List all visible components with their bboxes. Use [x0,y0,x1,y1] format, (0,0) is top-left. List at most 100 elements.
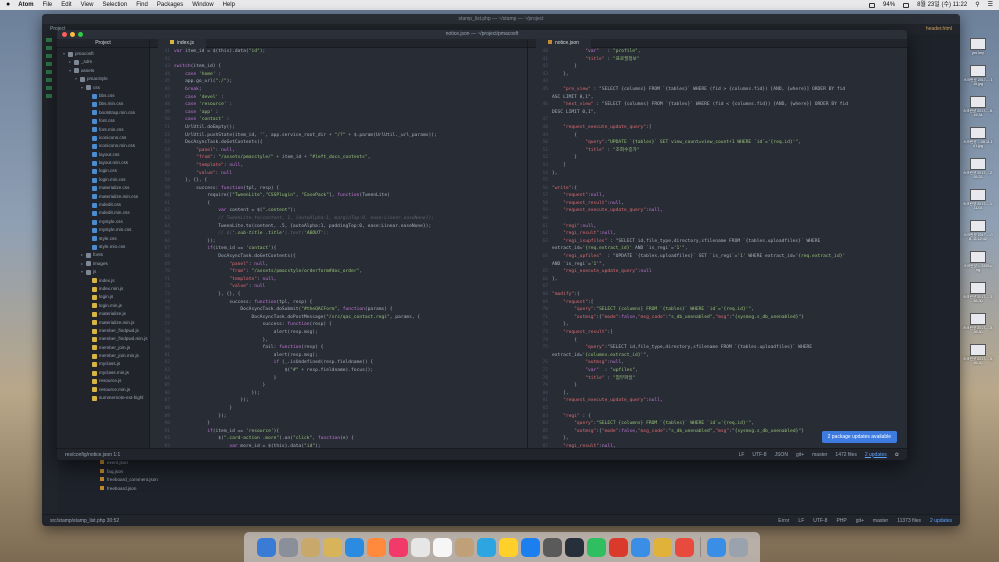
status-file-count[interactable]: 1472 files [835,452,856,458]
right-code-area[interactable]: 40 "var" : "profile", 41 "title" : "프로필정보… [528,48,907,448]
dock-app-icon[interactable] [564,537,584,557]
tree-file[interactable]: mystyle.css [57,218,149,226]
code-line[interactable]: 70 "from": "/assets/pmacstyle/orderform#… [150,268,527,276]
tree-folder[interactable]: ▸ images [57,260,149,268]
desktop-file-icon[interactable]: 스크린샷 …08.11.101.jpg [963,127,993,148]
tree-file[interactable]: materialize.css [57,184,149,192]
code-line[interactable]: 55 "from": "/assets/pmacstyle/" + item_i… [150,154,527,162]
desktop-file-icon[interactable]: 스크린샷 2017-…5.36.30 [963,313,993,334]
code-line[interactable]: 61 "regi":null, [528,223,907,231]
dock-app-icon[interactable] [706,537,726,557]
tree-file[interactable]: font.css [57,117,149,125]
background-status-encoding[interactable]: UTF-8 [813,518,827,524]
tree-file[interactable]: index.js [57,277,149,285]
background-status-git[interactable]: git+ [856,518,864,524]
dock-app-icon[interactable] [542,537,562,557]
background-cursor-position[interactable]: src/stamp/stamp_list.php 30:52 [50,518,119,524]
tree-file[interactable]: style.css [57,235,149,243]
dock-app-icon[interactable] [322,537,342,557]
minimize-window-button[interactable] [70,32,75,37]
code-line[interactable]: 59 success: function(tpl, resp) { [150,185,527,193]
menu-edit[interactable]: Edit [61,0,71,10]
code-line[interactable]: 79 }, [150,337,527,345]
dock-app-icon[interactable] [674,537,694,557]
github-icon[interactable]: ✿ [895,452,899,458]
dock-app-icon[interactable] [344,537,364,557]
status-encoding[interactable]: UTF-8 [752,452,766,458]
code-line[interactable]: 49 { [528,132,907,140]
code-line[interactable]: 71 "outmsg":{"mode":false,"msg_code":"s_… [528,314,907,322]
code-line[interactable]: 53 ] [528,162,907,170]
tree-file[interactable]: materialize.min.js [57,319,149,327]
code-line[interactable]: 83 "regi" : { [528,413,907,421]
code-line[interactable]: 80 fail: function(resp) { [150,344,527,352]
file-path-position[interactable]: res/config/notice.json 1:1 [65,452,120,458]
dock-app-icon[interactable] [454,537,474,557]
dock-app-icon[interactable] [608,537,628,557]
code-line[interactable]: 78 alert(resp.msg); [150,329,527,337]
tree-file[interactable]: layout.css [57,151,149,159]
code-line[interactable]: 92 $(".card-action .more").on("click", f… [150,435,527,443]
code-line[interactable]: 72 "value": null [150,283,527,291]
status-line-ending[interactable]: LF [739,452,745,458]
tree-file[interactable]: materialize.js [57,310,149,318]
tree-file[interactable]: iconicons.min.css [57,142,149,150]
tree-file[interactable]: login.css [57,167,149,175]
code-line[interactable]: 83 $("#" + resp.fieldname).focus(); [150,367,527,375]
background-status-lf[interactable]: LF [798,518,804,524]
background-status-branch[interactable]: master [873,518,888,524]
tree-file[interactable]: bootstrap.min.css [57,109,149,117]
code-line[interactable]: 65 "regi_execute_update_query":null [528,268,907,276]
desktop-file-icon[interactable]: 스크린샷 …3355.png [963,251,993,272]
tree-file[interactable]: index.min.js [57,285,149,293]
tree-file[interactable]: myclass.min.js [57,369,149,377]
wifi-icon[interactable] [869,2,876,8]
menu-window[interactable]: Window [192,0,213,10]
tab-index-js[interactable]: index.js [158,39,206,48]
desktop-file-icon[interactable]: 스크린샷 2017-…8.16.34 [963,96,993,117]
tree-file[interactable]: summernote-ext-highl [57,394,149,402]
code-line[interactable]: 56 "template": null, [150,162,527,170]
code-line[interactable]: 77 success: function(resp) { [150,321,527,329]
code-line[interactable]: 52 UrlUtil.pushState(item_id, '', app.se… [150,132,527,140]
code-line[interactable]: 46 "next_view" : "SELECT {columns} FROM … [528,101,907,109]
code-line[interactable]: DESC LIMIT 0,1", [528,109,907,117]
code-line[interactable]: 66}, [528,276,907,284]
code-line[interactable]: 57 "request":null, [528,192,907,200]
tree-folder[interactable]: ▾ pmacosft [57,50,149,58]
tree-file[interactable]: login.js [57,293,149,301]
tree-folder[interactable]: ▾ css [57,84,149,92]
code-line[interactable]: 45 "pre_view" : "SELECT {columns} FROM `… [528,86,907,94]
tree-file[interactable]: iconicons.css [57,134,149,142]
code-line[interactable]: 55 [528,177,907,185]
dock-app-icon[interactable] [432,537,452,557]
code-line[interactable]: 82 [528,405,907,413]
menu-find[interactable]: Find [136,0,148,10]
right-editor-pane[interactable]: notice.json 40 "var" : "profile", 41 "tit… [528,39,907,448]
tree-folder[interactable]: ▾ js [57,268,149,276]
code-line[interactable]: 54}, [528,170,907,178]
left-editor-pane[interactable]: index.js 41 var item_id = $(this).data("i… [150,39,528,448]
code-line[interactable]: 56 "write":{ [528,185,907,193]
code-line[interactable]: 58 }, {}, { [150,177,527,185]
code-line[interactable]: 88 } [150,405,527,413]
tree-folder[interactable]: ▸ fonts [57,251,149,259]
code-line[interactable]: 48 case 'resource' : [150,101,527,109]
code-line[interactable]: 84 } [150,375,527,383]
code-line[interactable]: 69 "request":[ [528,299,907,307]
desktop-file-icon[interactable]: 스크린샷 2017-…08..11.12.42 [963,220,993,241]
code-line[interactable]: 80 ], [528,390,907,398]
dock-app-icon[interactable] [630,537,650,557]
code-line[interactable]: 76 DocAsyncTask.doPostMessage("/src/qac_… [150,314,527,322]
tree-file[interactable]: login.min.css [57,176,149,184]
code-line[interactable]: 90 } [150,420,527,428]
code-line[interactable]: 74 { [528,337,907,345]
code-line[interactable]: 60 require(["TweenLite","CSSPlugin", "Ea… [150,192,527,200]
dock-app-icon[interactable] [728,537,748,557]
tree-file[interactable]: member_join.min.js [57,352,149,360]
clock[interactable]: 8월 23일 (수) 11:22 [917,0,967,10]
code-line[interactable]: 71 "template": null, [150,276,527,284]
background-status-files[interactable]: 11373 files [897,518,921,524]
tree-file[interactable]: bbs.min.css [57,100,149,108]
code-line[interactable]: 89 }); [150,413,527,421]
